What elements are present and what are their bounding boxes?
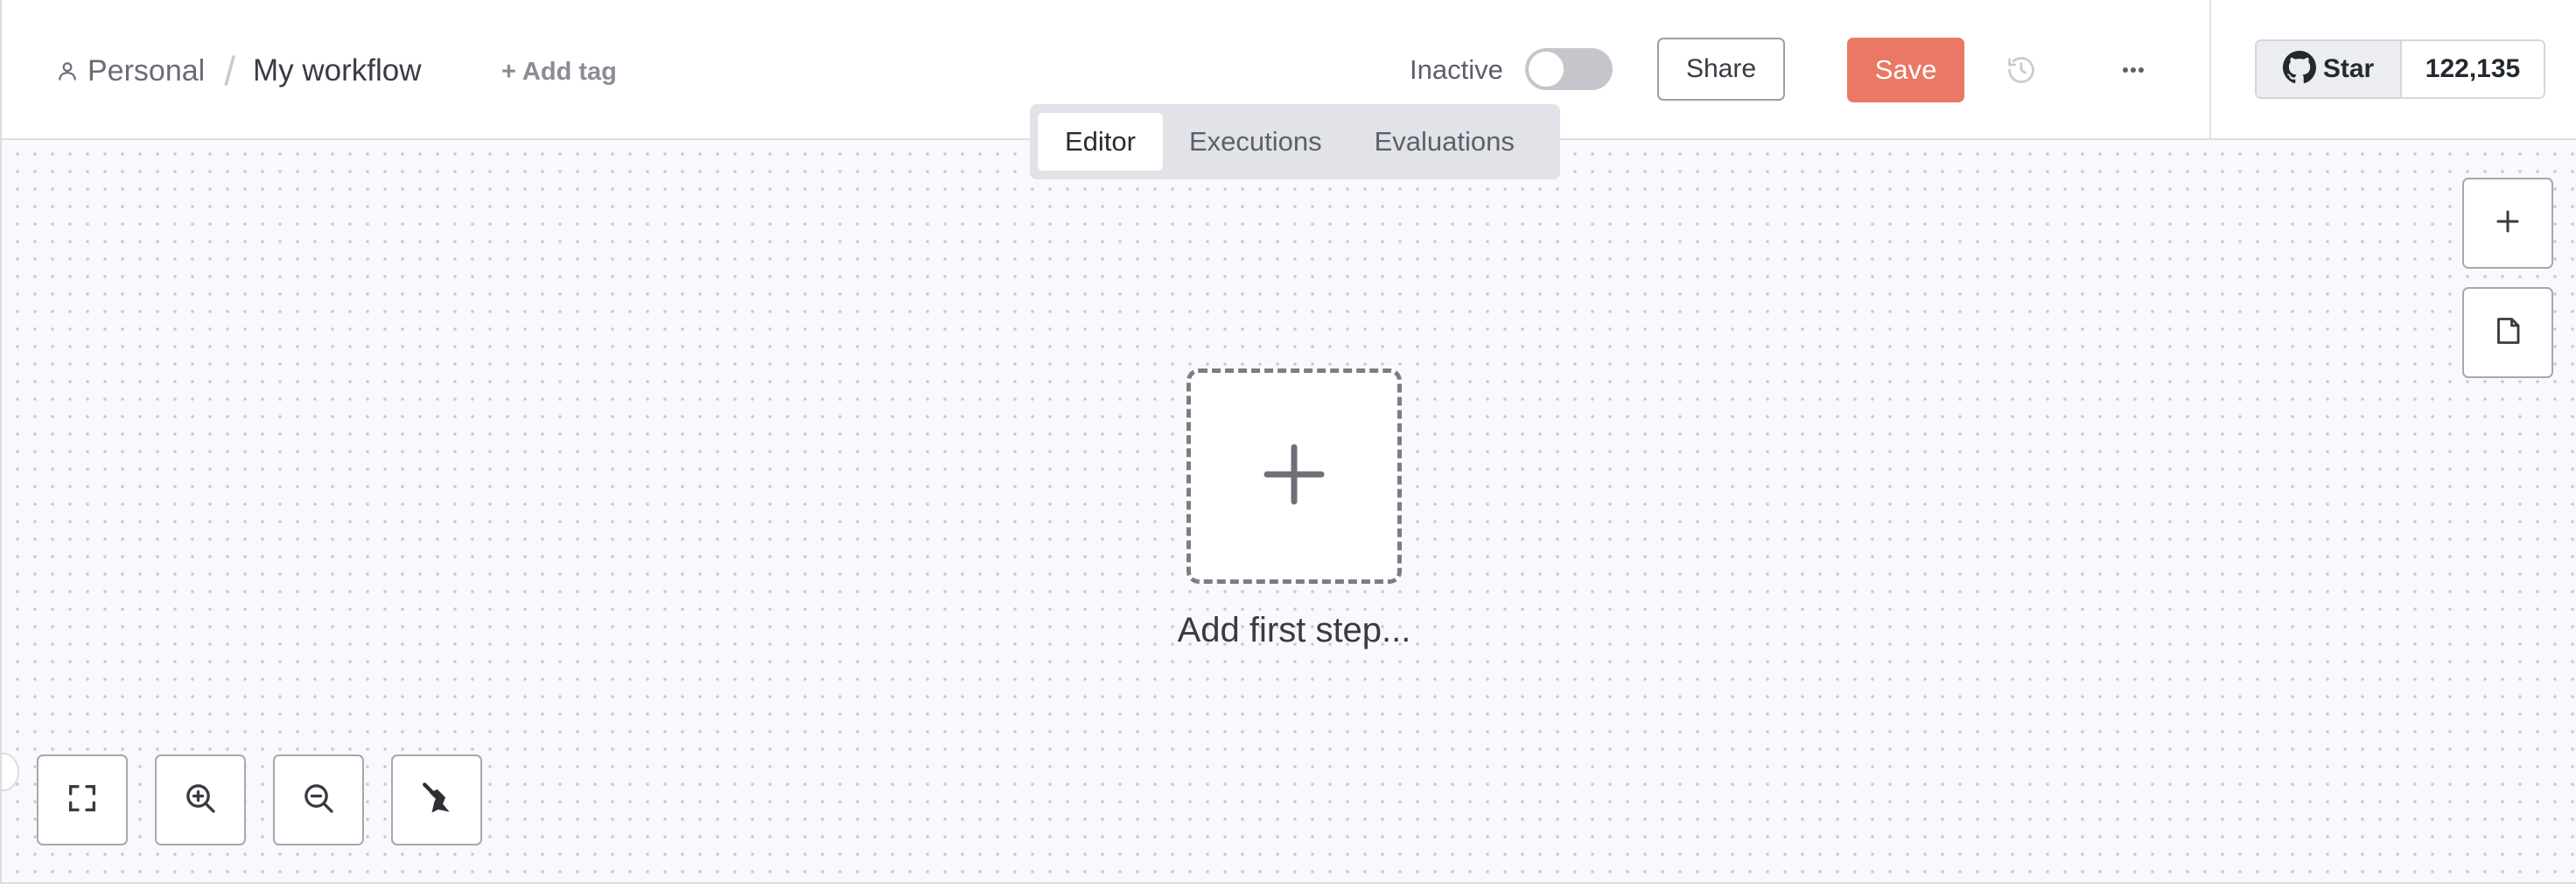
save-button[interactable]: Save: [1847, 38, 1964, 102]
github-star-label: Star: [2322, 54, 2375, 83]
github-star-count[interactable]: 122,135: [2402, 41, 2544, 97]
github-icon: [2282, 50, 2316, 88]
add-first-step-button[interactable]: [1186, 368, 1402, 584]
tab-executions[interactable]: Executions: [1163, 113, 1348, 171]
plus-icon: [1264, 444, 1325, 509]
tidy-up-button[interactable]: [391, 754, 482, 845]
fit-view-button[interactable]: [37, 754, 128, 845]
user-icon: [54, 58, 80, 84]
active-toggle[interactable]: [1525, 48, 1613, 90]
tab-evaluations[interactable]: Evaluations: [1348, 113, 1541, 171]
add-first-step-label: Add first step...: [1177, 611, 1411, 649]
zoom-in-button[interactable]: [155, 754, 246, 845]
zoom-in-icon: [183, 781, 218, 820]
breadcrumb-separator: /: [224, 48, 235, 94]
zoom-out-button[interactable]: [273, 754, 364, 845]
zoom-out-icon: [301, 781, 336, 820]
sticky-note-icon: [2492, 315, 2524, 351]
tab-editor[interactable]: Editor: [1038, 113, 1163, 171]
fit-view-icon: [65, 781, 100, 820]
github-star-widget: Star 122,135: [2255, 39, 2545, 99]
add-sticky-note-button[interactable]: [2462, 287, 2553, 378]
toggle-knob: [1529, 52, 1564, 87]
share-button[interactable]: Share: [1657, 38, 1785, 101]
header-divider: [2209, 0, 2211, 138]
add-tag-button[interactable]: + Add tag: [501, 54, 617, 89]
workflow-name[interactable]: My workflow: [253, 53, 422, 88]
history-icon[interactable]: [2006, 54, 2037, 86]
breadcrumb: Personal / My workflow: [54, 48, 422, 94]
project-link[interactable]: Personal: [88, 54, 205, 88]
plus-icon: [2494, 207, 2522, 240]
add-node-button[interactable]: [2462, 178, 2553, 269]
sidebar-edge: [0, 0, 2, 884]
github-star-button[interactable]: Star: [2257, 41, 2402, 97]
ellipsis-icon[interactable]: [2118, 54, 2149, 86]
view-tabs: Editor Executions Evaluations: [1030, 104, 1560, 179]
tidy-up-icon: [417, 779, 456, 822]
status-label: Inactive: [1410, 54, 1503, 85]
